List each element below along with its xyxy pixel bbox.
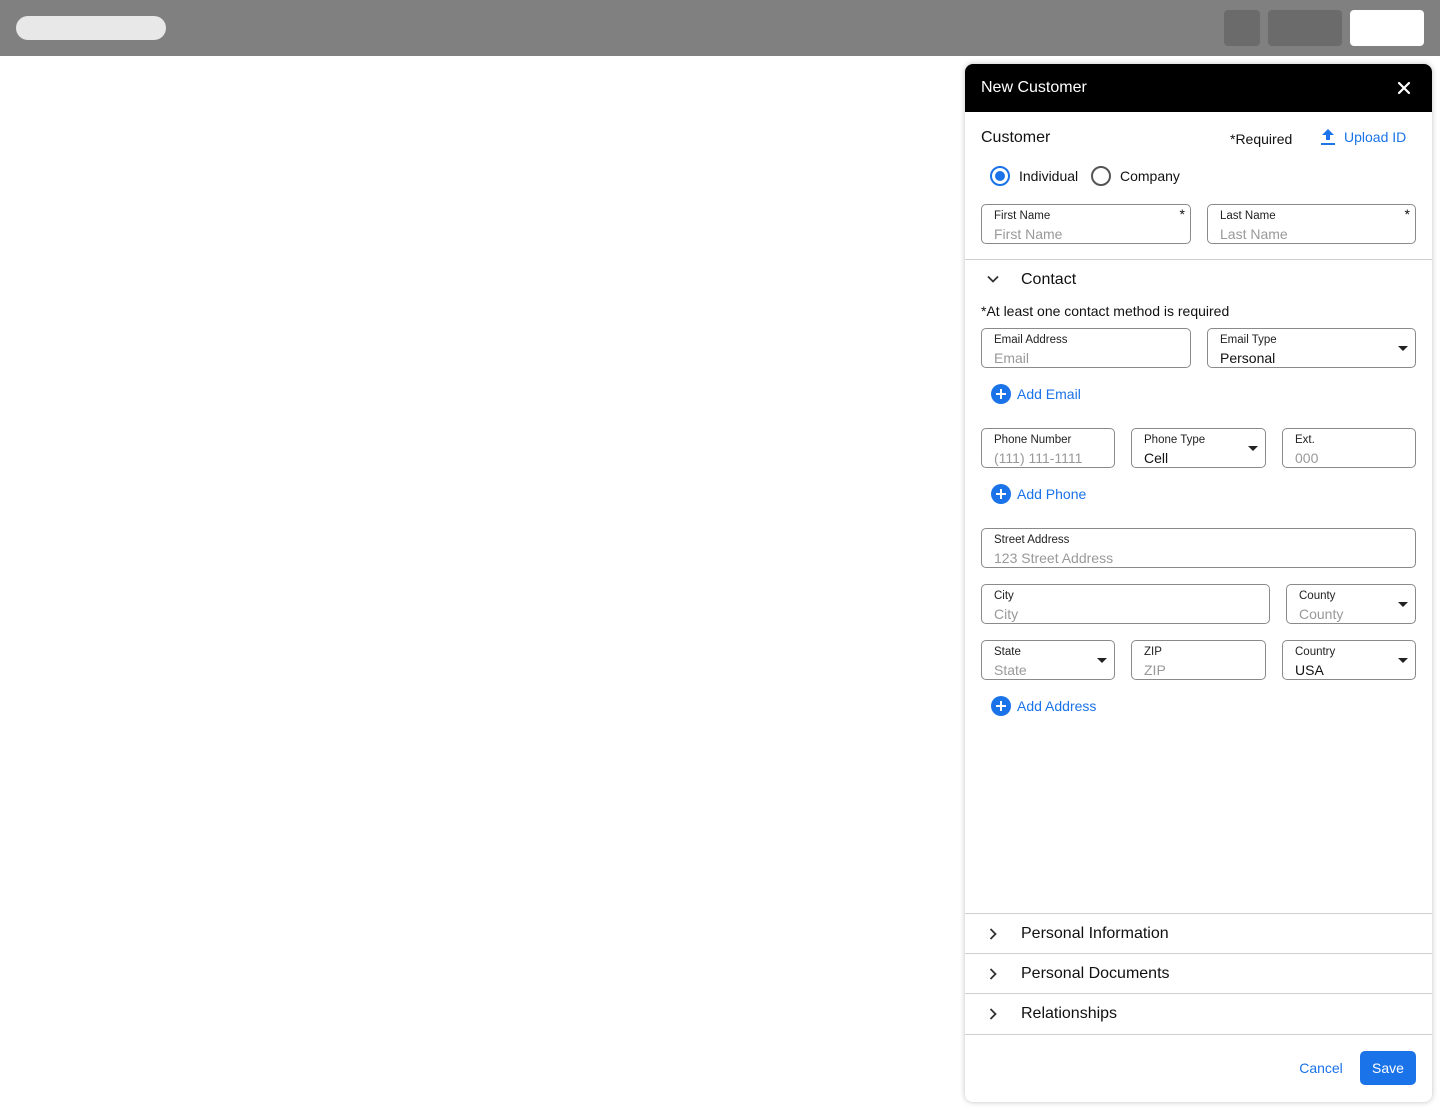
email-address-label: Email Address: [994, 334, 1068, 346]
personal-information-toggle[interactable]: Personal Information: [965, 914, 1432, 954]
ext-field[interactable]: Ext. 000: [1282, 428, 1416, 468]
phone-number-field[interactable]: Phone Number (111) 111-1111: [981, 428, 1115, 468]
last-name-field[interactable]: Last Name Last Name *: [1207, 204, 1416, 244]
dropdown-arrow-icon: [1398, 658, 1408, 663]
panel-header: New Customer: [965, 64, 1432, 112]
chevron-right-icon: [989, 968, 997, 980]
first-name-field[interactable]: First Name First Name *: [981, 204, 1191, 244]
required-note: *Required: [1230, 131, 1293, 147]
country-value: USA: [1295, 662, 1324, 678]
add-phone-label: Add Phone: [1017, 486, 1087, 502]
first-name-placeholder: First Name: [994, 226, 1063, 242]
last-name-label: Last Name: [1220, 210, 1276, 222]
chevron-right-icon: [989, 928, 997, 940]
panel-title: New Customer: [981, 79, 1087, 96]
customer-section-title: Customer: [981, 129, 1051, 146]
dropdown-arrow-icon: [1248, 446, 1258, 451]
upload-icon: [1321, 129, 1335, 145]
add-address-button[interactable]: Add Address: [991, 696, 1096, 716]
add-email-label: Add Email: [1017, 386, 1081, 402]
required-mark: *: [1404, 206, 1410, 222]
radio-individual-indicator: [990, 166, 1010, 186]
plus-circle-icon: [991, 696, 1011, 716]
first-name-label: First Name: [994, 210, 1051, 222]
personal-documents-toggle[interactable]: Personal Documents: [965, 954, 1432, 994]
state-label: State: [994, 646, 1021, 658]
dropdown-arrow-icon: [1097, 658, 1107, 663]
zip-field[interactable]: ZIP ZIP: [1131, 640, 1266, 680]
add-email-button[interactable]: Add Email: [991, 384, 1081, 404]
relationships-toggle[interactable]: Relationships: [965, 994, 1432, 1034]
city-placeholder: City: [994, 606, 1019, 622]
cancel-button[interactable]: Cancel: [1291, 1051, 1351, 1085]
phone-type-label: Phone Type: [1144, 434, 1206, 446]
upload-id-button[interactable]: Upload ID: [1320, 128, 1406, 146]
top-bar: [0, 0, 1440, 56]
zip-placeholder: ZIP: [1144, 662, 1166, 678]
radio-company[interactable]: Company: [1091, 166, 1180, 186]
contact-section-toggle[interactable]: Contact: [965, 267, 1432, 291]
contact-note: *At least one contact method is required: [981, 303, 1230, 319]
dropdown-arrow-icon: [1398, 346, 1408, 351]
close-icon[interactable]: [1396, 80, 1412, 96]
country-label: Country: [1295, 646, 1336, 658]
last-name-placeholder: Last Name: [1220, 226, 1288, 242]
personal-information-label: Personal Information: [1021, 925, 1169, 942]
ext-placeholder: 000: [1295, 450, 1319, 466]
radio-company-indicator: [1091, 166, 1111, 186]
street-address-label: Street Address: [994, 534, 1070, 546]
country-select[interactable]: Country USA: [1282, 640, 1416, 680]
county-placeholder: County: [1299, 606, 1344, 622]
upload-id-label: Upload ID: [1344, 129, 1407, 145]
phone-number-placeholder: (111) 111-1111: [994, 450, 1083, 466]
phone-number-label: Phone Number: [994, 434, 1072, 446]
save-button[interactable]: Save: [1360, 1051, 1416, 1085]
divider: [965, 259, 1432, 260]
county-select[interactable]: County County: [1286, 584, 1416, 624]
county-label: County: [1299, 590, 1336, 602]
street-address-placeholder: 123 Street Address: [994, 550, 1114, 566]
new-customer-panel: New Customer Customer *Required Upload I…: [965, 64, 1432, 1102]
top-bar-button-2[interactable]: [1268, 10, 1342, 46]
chevron-down-icon: [987, 275, 999, 283]
personal-documents-label: Personal Documents: [1021, 965, 1170, 982]
radio-individual-label: Individual: [1019, 168, 1079, 184]
relationships-label: Relationships: [1021, 1005, 1118, 1022]
phone-type-value: Cell: [1144, 450, 1169, 466]
plus-circle-icon: [991, 484, 1011, 504]
add-phone-button[interactable]: Add Phone: [991, 484, 1086, 504]
dropdown-arrow-icon: [1398, 602, 1408, 607]
top-bar-button-3[interactable]: [1350, 10, 1424, 46]
street-address-field[interactable]: Street Address 123 Street Address: [981, 528, 1416, 568]
email-address-field[interactable]: Email Address Email: [981, 328, 1191, 368]
ext-label: Ext.: [1295, 434, 1315, 446]
top-bar-search[interactable]: [16, 16, 166, 40]
email-address-placeholder: Email: [994, 350, 1030, 366]
email-type-value: Personal: [1220, 350, 1276, 366]
chevron-right-icon: [989, 1008, 997, 1020]
state-placeholder: State: [994, 662, 1027, 678]
contact-section-title: Contact: [1021, 271, 1077, 288]
radio-company-label: Company: [1120, 168, 1180, 184]
city-field[interactable]: City City: [981, 584, 1270, 624]
required-mark: *: [1179, 206, 1185, 222]
phone-type-select[interactable]: Phone Type Cell: [1131, 428, 1266, 468]
state-select[interactable]: State State: [981, 640, 1115, 680]
footer-divider: [965, 1034, 1432, 1035]
add-address-label: Add Address: [1017, 698, 1097, 714]
city-label: City: [994, 590, 1014, 602]
top-bar-button-1[interactable]: [1224, 10, 1260, 46]
email-type-label: Email Type: [1220, 334, 1277, 346]
radio-individual[interactable]: Individual: [990, 166, 1078, 186]
email-type-select[interactable]: Email Type Personal: [1207, 328, 1416, 368]
plus-circle-icon: [991, 384, 1011, 404]
zip-label: ZIP: [1144, 646, 1162, 658]
